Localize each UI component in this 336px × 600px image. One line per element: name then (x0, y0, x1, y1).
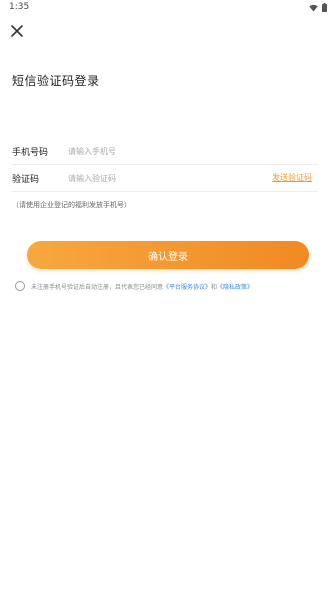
phone-label: 手机号码 (12, 148, 49, 158)
agree-radio[interactable] (15, 281, 25, 291)
service-agreement-link[interactable]: 《平台服务协议》 (163, 284, 211, 291)
code-input[interactable] (68, 168, 258, 188)
close-button[interactable] (8, 22, 26, 40)
confirm-login-button[interactable]: 确认登录 (27, 241, 309, 269)
status-icons (309, 3, 327, 12)
code-row: 验证码 发送验证码 (12, 165, 318, 192)
close-icon (11, 25, 23, 37)
agreement-text: 未注册手机号验证后自动注册，且代表您已经同意《平台服务协议》和《隐私政策》 (31, 282, 253, 291)
phone-hint: （请使用企业登记的福利发放手机号） (12, 201, 131, 209)
send-code-link[interactable]: 发送验证码 (272, 172, 312, 183)
phone-row: 手机号码 (12, 138, 318, 165)
wifi-icon (309, 4, 318, 11)
agreement-prefix: 未注册手机号验证后自动注册，且代表您已经同意 (31, 283, 164, 291)
status-time: 1:35 (9, 2, 30, 12)
phone-input[interactable] (68, 141, 258, 161)
battery-icon (322, 3, 327, 12)
status-bar: 1:35 (0, 0, 336, 16)
page-title: 短信验证码登录 (12, 74, 100, 88)
agreement: 未注册手机号验证后自动注册，且代表您已经同意《平台服务协议》和《隐私政策》 (15, 281, 325, 291)
privacy-policy-link[interactable]: 《隐私政策》 (217, 284, 253, 291)
code-label: 验证码 (12, 175, 40, 185)
